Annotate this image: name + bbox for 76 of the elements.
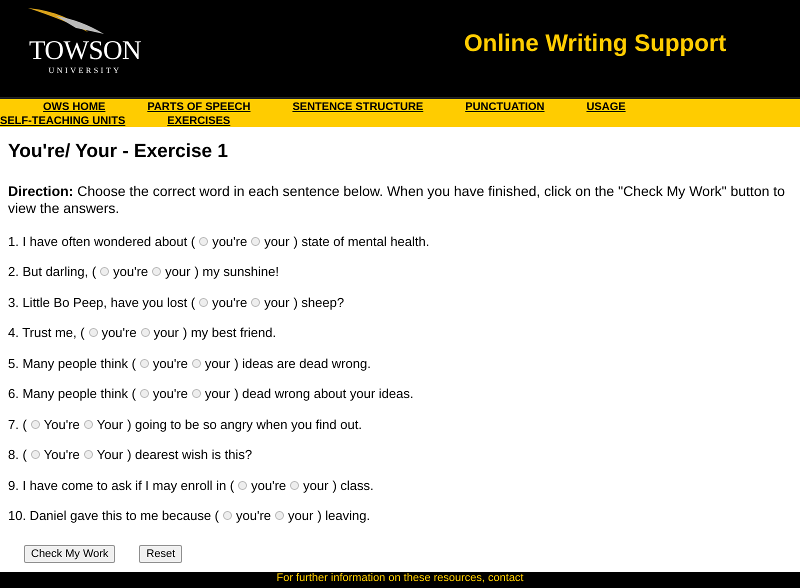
swoosh-logo-icon bbox=[26, 6, 106, 36]
question-text: ) going to be so angry when you find out. bbox=[127, 416, 362, 432]
option-label[interactable]: you're bbox=[102, 325, 137, 340]
question-text: 6. Many people think ( bbox=[8, 386, 136, 402]
option-label[interactable]: you're bbox=[152, 356, 188, 371]
option-label[interactable]: you're bbox=[152, 386, 188, 402]
radio-button[interactable] bbox=[192, 389, 201, 398]
radio-button[interactable] bbox=[290, 480, 300, 490]
site-title: Online Writing Support bbox=[464, 30, 726, 58]
option-label[interactable]: your bbox=[154, 325, 179, 340]
question-text: 9. I have come to ask if I may enroll in ( bbox=[8, 478, 234, 493]
question-text: 4. Trust me, ( bbox=[8, 325, 85, 340]
radio-button[interactable] bbox=[251, 298, 260, 307]
nav-link[interactable]: OWS HOME bbox=[43, 100, 106, 114]
logo-subtitle: UNIVERSITY bbox=[48, 66, 122, 75]
option-label[interactable]: you're bbox=[113, 264, 148, 280]
question-text: 1. I have often wondered about ( bbox=[8, 234, 196, 249]
option-label[interactable]: your bbox=[303, 478, 328, 493]
radio-button[interactable] bbox=[84, 420, 93, 429]
option-label[interactable]: Your bbox=[96, 447, 124, 462]
option-label[interactable]: your bbox=[288, 508, 314, 524]
form-button[interactable]: Reset bbox=[139, 545, 182, 563]
radio-button[interactable] bbox=[88, 328, 98, 338]
radio-button[interactable] bbox=[100, 267, 110, 276]
question-text: 8. ( bbox=[8, 447, 27, 462]
radio-button[interactable] bbox=[140, 358, 149, 368]
option-label[interactable]: You're bbox=[44, 447, 80, 462]
nav-link[interactable]: USAGE bbox=[586, 100, 626, 114]
radio-button[interactable] bbox=[140, 328, 150, 338]
form-button[interactable]: Check My Work bbox=[24, 545, 116, 563]
option-label[interactable]: you're bbox=[236, 508, 272, 524]
question-text: ) class. bbox=[332, 478, 374, 493]
nav-link[interactable]: SELF-TEACHING UNITS bbox=[0, 114, 126, 128]
radio-button[interactable] bbox=[275, 511, 284, 520]
question-text: 3. Little Bo Peep, have you lost ( bbox=[8, 294, 196, 310]
radio-button[interactable] bbox=[152, 267, 162, 276]
radio-button[interactable] bbox=[140, 389, 149, 398]
page-title: You're/ Your - Exercise 1 bbox=[8, 140, 229, 164]
option-label[interactable]: your bbox=[204, 356, 230, 371]
question-text: 7. ( bbox=[8, 416, 27, 432]
question-text: 2. But darling, ( bbox=[8, 264, 96, 280]
nav-link[interactable]: PUNCTUATION bbox=[465, 100, 544, 114]
option-label[interactable]: your bbox=[204, 386, 230, 402]
option-label[interactable]: your bbox=[264, 234, 290, 249]
nav-link[interactable]: EXERCISES bbox=[167, 114, 230, 128]
radio-button[interactable] bbox=[30, 450, 40, 460]
option-label[interactable]: you're bbox=[251, 478, 286, 493]
radio-button[interactable] bbox=[238, 480, 248, 490]
radio-button[interactable] bbox=[199, 236, 208, 246]
question-text: ) my best friend. bbox=[182, 325, 276, 340]
option-label[interactable]: your bbox=[264, 294, 290, 310]
question-text: ) ideas are dead wrong. bbox=[234, 356, 371, 371]
radio-button[interactable] bbox=[84, 450, 93, 460]
nav-link[interactable]: SENTENCE STRUCTURE bbox=[292, 100, 424, 114]
question-text: 5. Many people think ( bbox=[8, 356, 136, 371]
radio-button[interactable] bbox=[192, 358, 201, 368]
radio-button[interactable] bbox=[199, 298, 208, 307]
logo-wordmark: TOWSON bbox=[28, 36, 141, 64]
question-text: ) state of mental health. bbox=[294, 234, 430, 249]
question-text: ) leaving. bbox=[317, 508, 370, 524]
radio-button[interactable] bbox=[30, 420, 40, 429]
question-text: 10. Daniel gave this to me because ( bbox=[8, 508, 220, 524]
question-text: ) my sunshine! bbox=[194, 264, 280, 280]
nav-link[interactable]: PARTS OF SPEECH bbox=[147, 100, 250, 114]
footer-text: For further information on these resources, contact bbox=[0, 572, 800, 588]
option-label[interactable]: you're bbox=[212, 294, 248, 310]
option-label[interactable]: you're bbox=[212, 234, 248, 249]
radio-button[interactable] bbox=[223, 511, 232, 520]
question-text: ) sheep? bbox=[293, 294, 344, 310]
option-label[interactable]: your bbox=[165, 264, 190, 280]
direction-text: Direction: Choose the correct word in each sentence below. When you have finished, click on the "Check My Work" button to view the answers. bbox=[8, 183, 786, 217]
question-text: ) dead wrong about your ideas. bbox=[234, 386, 414, 402]
option-label[interactable]: Your bbox=[96, 416, 124, 432]
radio-button[interactable] bbox=[251, 236, 260, 246]
option-label[interactable]: You're bbox=[44, 416, 80, 432]
question-text: ) dearest wish is this? bbox=[127, 447, 252, 462]
